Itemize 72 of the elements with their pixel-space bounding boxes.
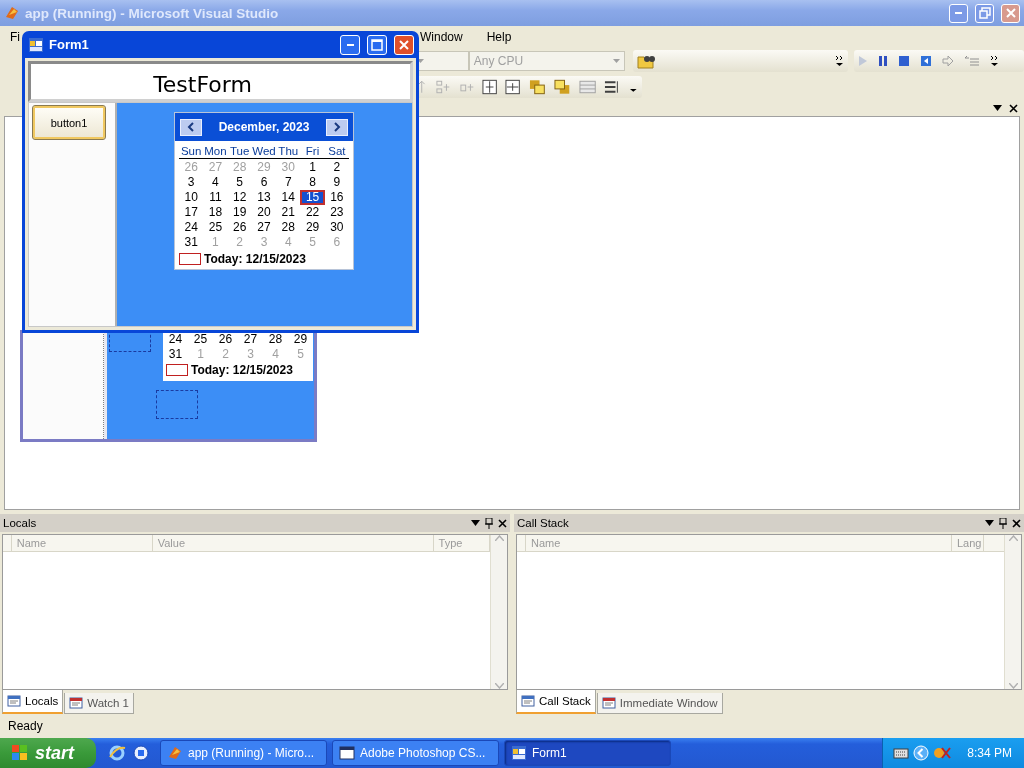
calendar-day[interactable]: 19 [227,205,252,220]
calendar-day[interactable]: 21 [276,205,301,220]
weekday-label: Mon [203,144,228,158]
calendar-day[interactable]: 26 [227,220,252,235]
menu-item[interactable]: Fi [10,26,20,48]
dropdown-value: Any CPU [473,54,524,68]
panel-title: Call Stack [517,517,570,529]
calendar-day: 25 [188,332,213,347]
status-text: Ready [8,719,43,733]
calendar-day[interactable]: 29 [300,220,325,235]
calendar-day[interactable]: 15 [300,190,325,205]
calendar-day[interactable]: 22 [300,205,325,220]
weekday-label: Sun [179,144,203,158]
calendar-day[interactable]: 13 [251,190,277,205]
menu-item[interactable]: Window [420,26,463,48]
calendar-day[interactable]: 14 [276,190,301,205]
calendar-day[interactable]: 31 [179,235,204,250]
start-button[interactable]: start [0,738,96,768]
today-link[interactable]: Today: 12/15/2023 [204,252,306,266]
weekday-label: Wed [251,144,277,158]
calendar-day[interactable]: 30 [324,220,349,235]
calendar-day: 1 [188,347,213,362]
calendar-day: 3 [238,347,263,362]
menu-item[interactable]: Help [486,26,512,48]
calendar-day: 27 [238,332,263,347]
calendar-day[interactable]: 18 [203,205,228,220]
calendar-day[interactable]: 17 [179,205,204,220]
form-heading: TestForm [153,71,252,99]
calendar-day[interactable]: 28 [276,220,301,235]
calendar-month-title: December, 2023 [218,120,310,134]
panel-tab[interactable]: Immediate Window [596,693,723,714]
weekday-label: Thu [277,144,300,158]
calendar-day[interactable]: 24 [179,220,204,235]
calendar-day: 29 [288,332,313,347]
panel-title: Locals [3,517,38,529]
calendar-day[interactable]: 6 [251,175,277,190]
weekday-label: Tue [229,144,251,158]
taskbar-button[interactable]: Form1 [504,740,671,766]
calendar-day[interactable]: 10 [179,190,204,205]
calendar-day: 26 [213,332,238,347]
calendar-day: 5 [288,347,313,362]
form-button[interactable]: button1 [32,105,106,140]
weekday-label: Fri [304,144,321,158]
calendar-day: 28 [263,332,288,347]
taskbar-button[interactable]: Adobe Photoshop CS... [332,740,499,766]
clock: 8:34 PM [967,746,1012,760]
window-title: app (Running) - Microsoft Visual Studio [25,5,280,21]
calendar-day[interactable]: 8 [300,175,325,190]
calendar-day[interactable]: 23 [324,205,349,220]
calendar-day[interactable]: 11 [203,190,228,205]
panel-tab[interactable]: Call Stack [516,690,596,714]
calendar-day[interactable]: 16 [324,190,349,205]
panel-tab[interactable]: Locals [2,690,64,714]
weekday-label: Sat [327,144,347,158]
window-title: Form1 [49,37,90,52]
calendar-day: 24 [163,332,188,347]
panel-tab[interactable]: Watch 1 [64,693,134,714]
calendar-day[interactable]: 1 [300,160,325,175]
calendar-day: 31 [163,347,188,362]
calendar-day[interactable]: 27 [251,220,277,235]
calendar-day: 4 [263,347,288,362]
calendar-day[interactable]: 9 [324,175,349,190]
calendar-day: 2 [213,347,238,362]
calendar-day[interactable]: 20 [251,205,277,220]
calendar-day[interactable]: 12 [227,190,252,205]
taskbar-button[interactable]: app (Running) - Micro... [160,740,327,766]
calendar-day[interactable]: 2 [324,160,349,175]
calendar-day[interactable]: 3 [179,175,204,190]
calendar-day[interactable]: 25 [203,220,228,235]
calendar-day[interactable]: 5 [227,175,252,190]
calendar-day[interactable]: 4 [203,175,228,190]
calendar-day[interactable]: 7 [276,175,301,190]
